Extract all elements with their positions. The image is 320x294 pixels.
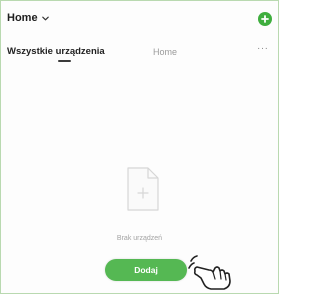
device-list-screen: Home Wszystkie urządzenia Home ··· Brak …	[0, 0, 279, 294]
home-selector-label: Home	[7, 12, 38, 24]
chevron-down-icon	[41, 16, 49, 20]
tab-home[interactable]: Home	[153, 47, 177, 57]
tab-bar: Wszystkie urządzenia Home ···	[1, 43, 278, 66]
tab-all-devices[interactable]: Wszystkie urządzenia	[7, 46, 105, 57]
active-tab-indicator	[58, 60, 71, 62]
add-icon-button[interactable]	[258, 12, 272, 26]
blank-document-icon	[127, 167, 159, 211]
more-tabs-button[interactable]: ···	[257, 43, 269, 54]
home-selector[interactable]: Home	[7, 12, 50, 24]
plus-circle-icon	[261, 15, 269, 23]
add-device-button[interactable]: Dodaj	[105, 259, 187, 281]
hand-pointer-icon	[188, 255, 231, 290]
empty-state-text: Brak urządzeń	[116, 235, 163, 242]
